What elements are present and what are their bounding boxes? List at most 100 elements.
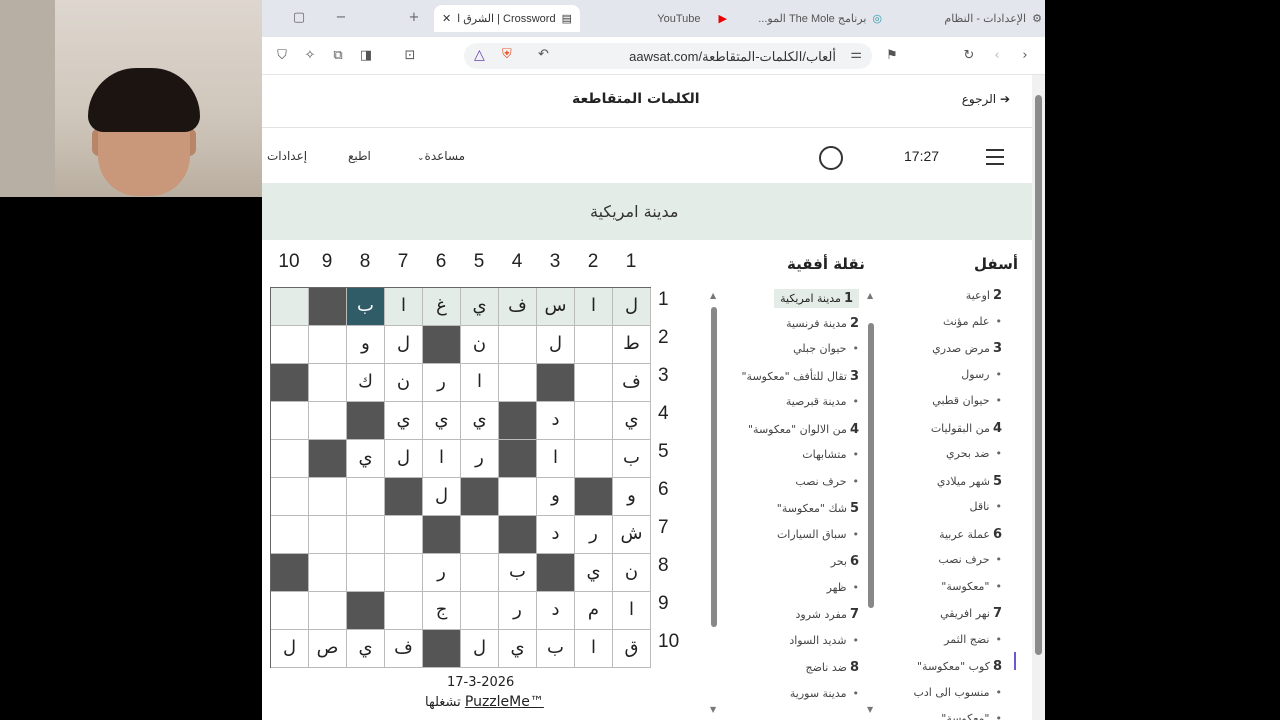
- grid-cell[interactable]: [461, 516, 499, 554]
- grid-cell[interactable]: [309, 478, 347, 516]
- tab-settings[interactable]: ⚙ الإعدادات - النظام: [902, 5, 1042, 32]
- grid-cell[interactable]: [271, 326, 309, 364]
- grid-cell[interactable]: [309, 554, 347, 592]
- grid-cell[interactable]: ا: [385, 288, 423, 326]
- down-clue-item[interactable]: حرف نصب: [938, 553, 1002, 566]
- grid-cell[interactable]: [385, 554, 423, 592]
- share-icon[interactable]: ↶: [538, 47, 549, 62]
- down-clue-item[interactable]: "معكوسة": [941, 712, 1002, 720]
- grid-cell[interactable]: [309, 402, 347, 440]
- grid-cell[interactable]: ف: [385, 630, 423, 668]
- grid-cell[interactable]: [271, 402, 309, 440]
- across-clue-item[interactable]: حيوان جبلي: [793, 342, 859, 355]
- sidebar-icon[interactable]: ◨: [358, 48, 374, 64]
- down-clue-item[interactable]: 4من البقوليات: [931, 421, 1002, 436]
- across-clue-item[interactable]: 2مدينة فرنسية: [786, 316, 859, 331]
- across-clue-item[interactable]: متشابهات: [802, 448, 859, 461]
- grid-cell[interactable]: [309, 592, 347, 630]
- grid-cell[interactable]: ب: [347, 288, 385, 326]
- grid-cell[interactable]: [309, 364, 347, 402]
- grid-cell[interactable]: ل: [271, 630, 309, 668]
- brave-shield-icon[interactable]: ⛨: [502, 47, 512, 62]
- grid-cell[interactable]: ن: [385, 364, 423, 402]
- grid-cell[interactable]: ي: [499, 630, 537, 668]
- scroll-up-icon[interactable]: ▲: [710, 291, 716, 300]
- grid-cell[interactable]: ل: [461, 630, 499, 668]
- pin-icon[interactable]: ✧: [302, 48, 318, 64]
- grid-cell[interactable]: [575, 364, 613, 402]
- down-clue-item[interactable]: 6عملة عربية: [939, 527, 1002, 542]
- across-clue-item[interactable]: 8ضد ناضج: [805, 660, 859, 675]
- window-minimize-icon[interactable]: −: [332, 9, 350, 27]
- help-menu[interactable]: ⌄مساعدة: [417, 149, 465, 163]
- down-clue-item[interactable]: ضد بحري: [946, 447, 1002, 460]
- grid-cell[interactable]: ش: [613, 516, 651, 554]
- grid-cell[interactable]: ل: [423, 478, 461, 516]
- forward-icon[interactable]: ‹: [989, 48, 1005, 64]
- scroll-down-icon[interactable]: ▼: [867, 705, 873, 714]
- grid-cell[interactable]: ي: [461, 402, 499, 440]
- grid-cell[interactable]: ط: [613, 326, 651, 364]
- grid-cell[interactable]: [347, 516, 385, 554]
- grid-cell[interactable]: د: [537, 402, 575, 440]
- down-clue-item[interactable]: 7نهر افريقي: [940, 606, 1002, 621]
- tab-crossword[interactable]: ▤ Crossword | الشرق الأوسط ✕: [434, 5, 580, 32]
- across-clue-item[interactable]: شديد السواد: [789, 634, 859, 647]
- grid-cell[interactable]: ي: [613, 402, 651, 440]
- grid-cell[interactable]: ق: [613, 630, 651, 668]
- across-clue-item[interactable]: مدينة سورية: [790, 687, 859, 700]
- grid-cell[interactable]: ي: [575, 554, 613, 592]
- grid-cell[interactable]: ك: [347, 364, 385, 402]
- across-clue-item[interactable]: 7مفرد شرود: [796, 607, 859, 622]
- down-clue-item[interactable]: 5شهر ميلادي: [937, 474, 1002, 489]
- page-scrollbar[interactable]: [1032, 75, 1045, 720]
- grid-cell[interactable]: م: [575, 592, 613, 630]
- down-clue-item[interactable]: 8كوب "معكوسة": [917, 659, 1002, 674]
- reload-icon[interactable]: ↻: [961, 48, 977, 64]
- grid-cell[interactable]: [499, 326, 537, 364]
- site-settings-icon[interactable]: ⚌: [850, 47, 862, 62]
- shield-icon[interactable]: ⛉: [274, 48, 290, 64]
- settings-link[interactable]: إعدادات: [267, 149, 307, 163]
- down-clue-item[interactable]: حيوان قطبي: [932, 394, 1002, 407]
- page-scroll-thumb[interactable]: [1035, 95, 1042, 655]
- grid-cell[interactable]: [499, 478, 537, 516]
- grid-cell[interactable]: و: [613, 478, 651, 516]
- grid-cell[interactable]: ف: [613, 364, 651, 402]
- grid-cell[interactable]: ي: [461, 288, 499, 326]
- grid-cell[interactable]: [575, 402, 613, 440]
- screenshot-icon[interactable]: ⊡: [402, 48, 418, 64]
- grid-cell[interactable]: ل: [385, 440, 423, 478]
- address-bar[interactable]: △ ⛨ ↶ aawsat.com/ألعاب/الكلمات-المتقاطعة…: [464, 43, 872, 69]
- grid-cell[interactable]: ا: [461, 364, 499, 402]
- down-clue-item[interactable]: "معكوسة": [941, 580, 1002, 593]
- brand-link[interactable]: PuzzleMe™: [465, 694, 544, 710]
- grid-cell[interactable]: [499, 364, 537, 402]
- tab-youtube[interactable]: ▶ YouTube: [592, 5, 727, 32]
- hamburger-menu-icon[interactable]: [986, 149, 1004, 165]
- grid-cell[interactable]: [271, 592, 309, 630]
- grid-cell[interactable]: ل: [385, 326, 423, 364]
- grid-cell[interactable]: [385, 592, 423, 630]
- down-clue-item[interactable]: رسول: [961, 368, 1002, 381]
- grid-cell[interactable]: ا: [423, 440, 461, 478]
- grid-cell[interactable]: ي: [385, 402, 423, 440]
- down-clue-item[interactable]: 3مرض صدري: [932, 341, 1002, 356]
- grid-cell[interactable]: ي: [347, 630, 385, 668]
- across-clue-item[interactable]: 1مدينة امريكية: [774, 289, 859, 308]
- across-clue-item[interactable]: 5شك "معكوسة": [777, 501, 859, 516]
- grid-cell[interactable]: [271, 288, 309, 326]
- grid-cell[interactable]: [385, 516, 423, 554]
- grid-cell[interactable]: ن: [461, 326, 499, 364]
- down-clue-item[interactable]: ناقل: [969, 500, 1002, 513]
- grid-cell[interactable]: س: [537, 288, 575, 326]
- across-clue-item[interactable]: مدينة قبرصية: [786, 395, 859, 408]
- grid-cell[interactable]: ي: [423, 402, 461, 440]
- grid-cell[interactable]: [309, 326, 347, 364]
- add-user-icon[interactable]: [819, 146, 843, 170]
- collections-icon[interactable]: ⧉: [330, 48, 346, 64]
- down-clue-item[interactable]: علم مؤنث: [943, 315, 1002, 328]
- grid-cell[interactable]: [309, 516, 347, 554]
- print-link[interactable]: اطبع: [348, 149, 371, 163]
- tab-themole[interactable]: ◎ برنامج The Mole المو...: [747, 5, 882, 32]
